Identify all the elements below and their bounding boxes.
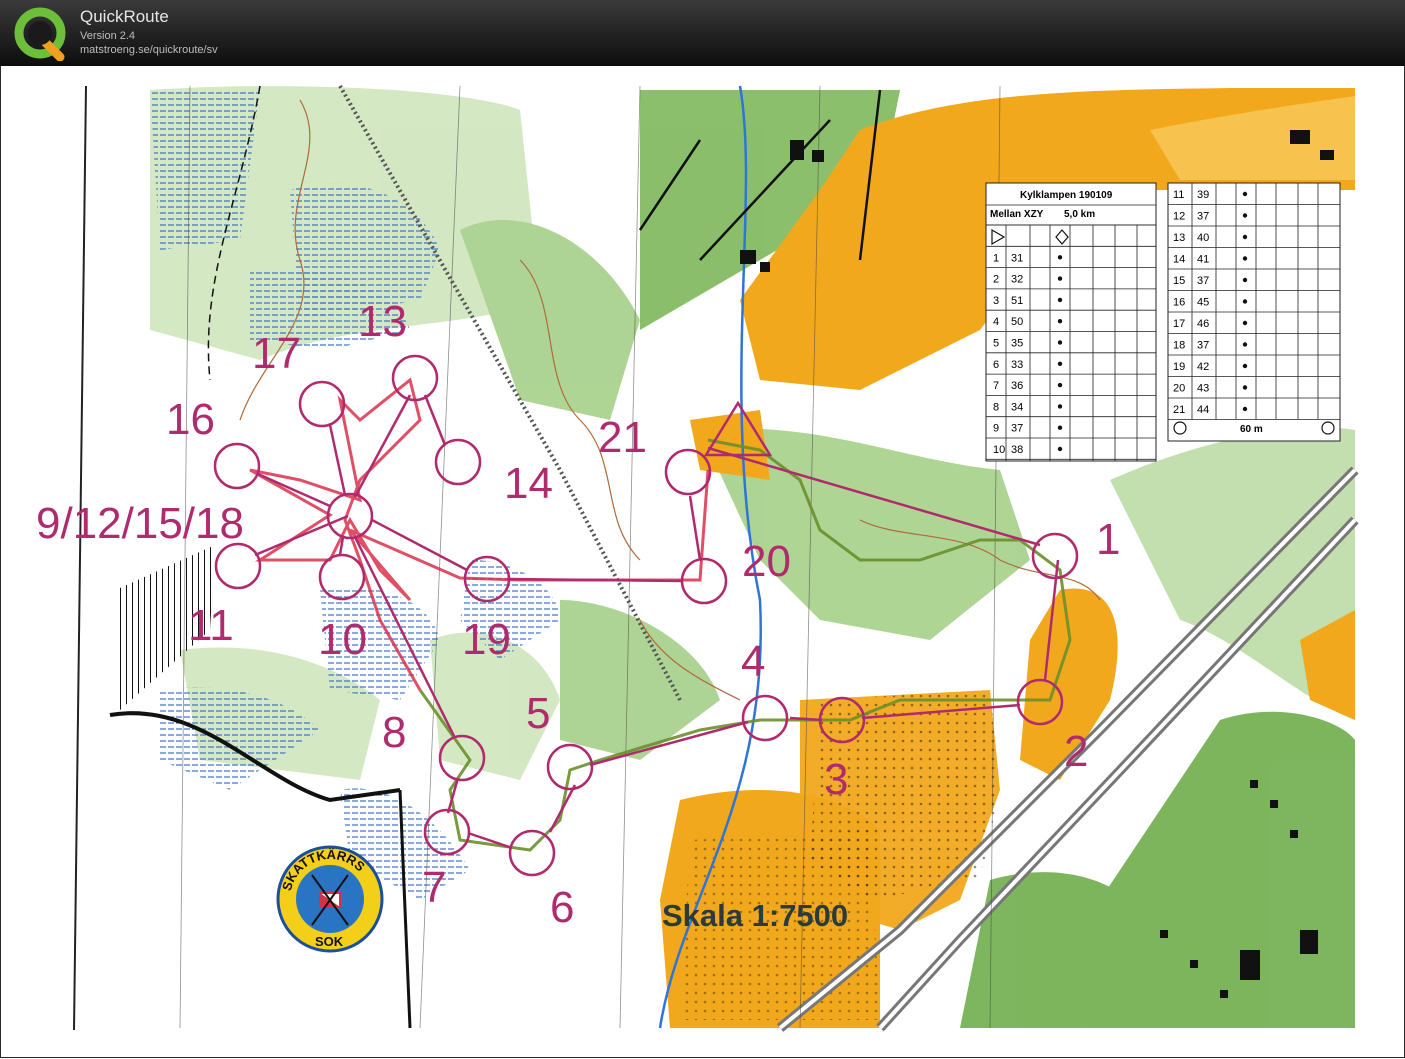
description-symbol-icon [1057, 255, 1063, 260]
description-length: 5,0 km [1064, 209, 1095, 220]
control-label-10: 10 [318, 615, 367, 664]
description-left-number: 1 [993, 252, 999, 264]
control-label-14: 14 [504, 459, 553, 508]
description-left-code: 34 [1011, 401, 1023, 413]
description-left-code: 51 [1011, 295, 1023, 307]
description-symbol-icon [1242, 234, 1248, 240]
control-label-11: 11 [188, 601, 234, 650]
description-left-number: 8 [993, 401, 999, 413]
control-label-19: 19 [462, 615, 511, 664]
description-left-code: 50 [1011, 316, 1023, 328]
description-left-code: 35 [1011, 338, 1023, 350]
description-left-code: 37 [1011, 423, 1023, 435]
description-left-number: 9 [993, 423, 999, 435]
description-symbol-icon [1057, 361, 1063, 366]
description-right-code: 40 [1197, 232, 1209, 244]
description-left-code: 32 [1011, 274, 1023, 286]
description-right-code: 45 [1197, 297, 1209, 309]
description-symbol-icon [1242, 213, 1248, 218]
control-label-8: 8 [382, 708, 406, 757]
description-right-number: 18 [1173, 340, 1185, 352]
description-symbol-icon [1242, 256, 1248, 261]
app-url[interactable]: matstroeng.se/quickroute/sv [80, 44, 218, 56]
scale-label: Skala 1:7500 [662, 898, 848, 933]
club-logo: SKATTKÄRRS SOK [276, 845, 384, 953]
description-right-number: 14 [1173, 254, 1185, 266]
description-symbol-icon [1242, 406, 1248, 412]
description-symbol-icon [1057, 446, 1063, 452]
description-left-code: 38 [1011, 444, 1023, 456]
description-symbol-icon [1057, 382, 1063, 388]
description-right-code: 37 [1197, 275, 1209, 287]
app-title: QuickRoute [80, 7, 169, 26]
finish-distance: 60 m [1240, 424, 1263, 435]
description-event: Kylklampen 190109 [1020, 190, 1113, 201]
control-label-16: 16 [166, 395, 215, 444]
description-symbol-icon [1242, 320, 1248, 326]
description-symbol-icon [1057, 297, 1063, 303]
description-right-code: 37 [1197, 340, 1209, 352]
description-symbol-icon [1242, 299, 1248, 304]
control-label-3: 3 [824, 755, 848, 804]
control-label-7: 7 [422, 863, 446, 912]
description-right-code: 41 [1197, 254, 1209, 266]
description-right-code: 39 [1197, 189, 1209, 201]
description-right-number: 12 [1173, 211, 1185, 223]
map-border-left [73, 85, 87, 1031]
description-symbol-icon [1242, 277, 1248, 283]
description-left-number: 10 [993, 444, 1005, 456]
control-label-20: 20 [742, 537, 791, 586]
title-bar: QuickRoute Version 2.4 matstroeng.se/qui… [0, 0, 1405, 66]
control-label-4: 4 [741, 637, 765, 686]
description-right-number: 17 [1173, 318, 1185, 330]
description-left-number: 3 [993, 295, 999, 307]
description-right-code: 43 [1197, 383, 1209, 395]
description-course: Mellan XZY [990, 209, 1044, 220]
control-label-17: 17 [252, 329, 301, 378]
control-label-5: 5 [526, 689, 550, 738]
description-right-number: 13 [1173, 232, 1185, 244]
control-label-6: 6 [550, 883, 574, 932]
description-symbol-icon [1242, 385, 1248, 390]
description-right-number: 11 [1173, 189, 1184, 201]
description-right-code: 44 [1197, 404, 1209, 416]
description-symbol-icon [1057, 319, 1063, 324]
description-right-number: 21 [1173, 404, 1185, 416]
control-label-9-12-15-18: 9/12/15/18 [36, 499, 244, 548]
description-symbol-icon [1242, 363, 1248, 369]
control-label-13: 13 [358, 297, 407, 346]
description-left-code: 31 [1011, 252, 1023, 264]
description-right-code: 46 [1197, 318, 1209, 330]
description-left-code: 33 [1011, 359, 1023, 371]
control-label-21: 21 [598, 413, 647, 462]
description-symbol-icon [1242, 342, 1248, 347]
description-right-code: 37 [1197, 211, 1209, 223]
description-left-number: 5 [993, 338, 999, 350]
description-right-number: 16 [1173, 297, 1185, 309]
description-left-number: 7 [993, 380, 999, 392]
description-left-code: 36 [1011, 380, 1023, 392]
app-version: Version 2.4 [80, 30, 136, 42]
description-symbol-icon [1057, 340, 1063, 345]
description-symbol-icon [1242, 191, 1248, 197]
description-left-number: 6 [993, 359, 999, 371]
description-symbol-icon [1057, 425, 1063, 430]
description-symbol-icon [1057, 276, 1063, 281]
description-left-number: 2 [993, 274, 999, 286]
quickroute-logo-icon [14, 7, 66, 61]
description-right-code: 42 [1197, 361, 1209, 373]
description-right-number: 19 [1173, 361, 1185, 373]
control-label-1: 1 [1096, 515, 1120, 564]
orienteering-map[interactable]: 1 2 3 4 5 6 7 8 9/12/15/18 10 11 13 14 1… [0, 66, 1405, 1059]
club-logo-bottom-text: SOK [315, 934, 344, 949]
control-label-2: 2 [1064, 727, 1088, 776]
description-right-number: 15 [1173, 275, 1185, 287]
description-right-number: 20 [1173, 383, 1185, 395]
description-symbol-icon [1057, 404, 1063, 409]
description-left-number: 4 [993, 316, 999, 328]
